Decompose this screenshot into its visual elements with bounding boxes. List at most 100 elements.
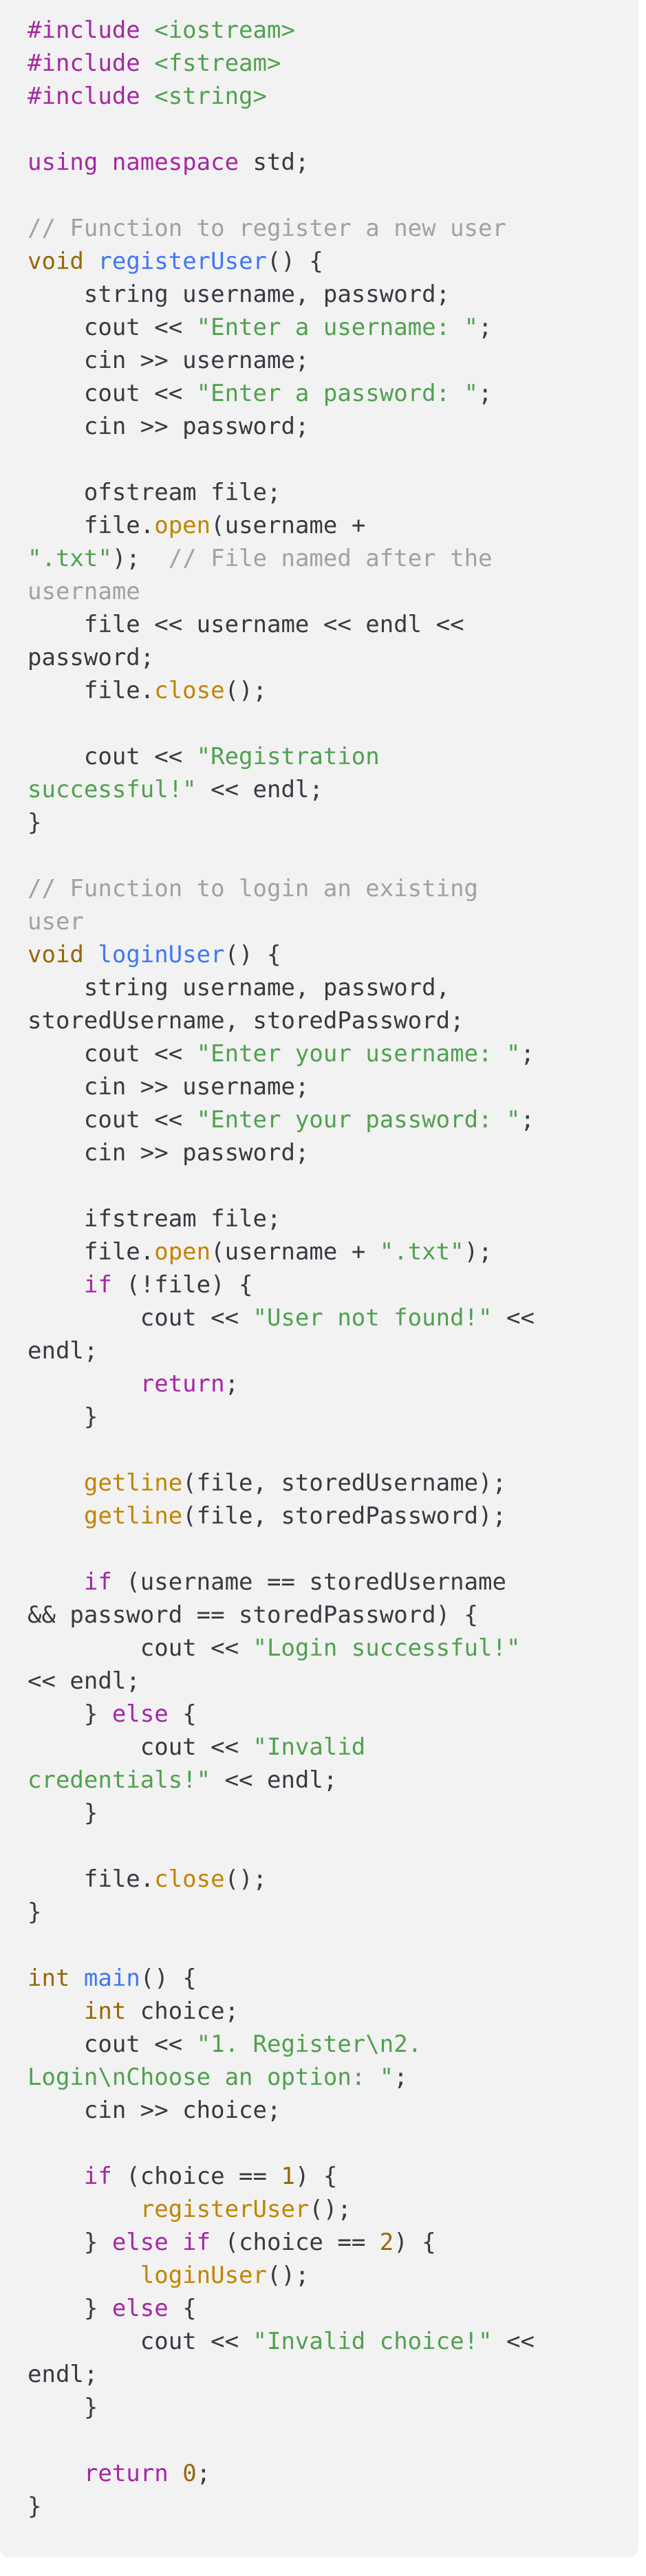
code-token: registerUser <box>28 2196 310 2223</box>
code-token: () { <box>267 248 323 275</box>
code-token: #include <box>28 83 155 110</box>
code-line: cout << "Invalid choice!" << <box>28 2325 638 2358</box>
code-line: int main() { <box>28 1962 638 1995</box>
code-token: ofstream file; <box>28 479 281 506</box>
code-token: int <box>28 1965 70 1992</box>
code-token: ; <box>224 1370 239 1398</box>
code-line: using namespace std; <box>28 146 638 179</box>
code-token: // Function to login an existing <box>28 875 479 902</box>
code-token: void <box>28 941 84 968</box>
code-token: ".txt" <box>28 545 112 572</box>
code-token: ifstream file; <box>28 1205 281 1233</box>
code-token: 0 <box>182 2460 197 2487</box>
code-line: getline(file, storedPassword); <box>28 1500 638 1533</box>
code-token: #include <box>28 17 155 44</box>
code-token: (choice == <box>211 2229 380 2256</box>
code-line: ofstream file; <box>28 476 638 509</box>
code-token: cin >> password; <box>28 1139 310 1167</box>
code-line: } else if (choice == 2) { <box>28 2226 638 2259</box>
code-token: if <box>28 1271 112 1299</box>
code-line: getline(file, storedUsername); <box>28 1466 638 1500</box>
code-token: (choice == <box>111 2163 281 2190</box>
code-line: return 0; <box>28 2457 638 2490</box>
code-token: ) { <box>294 2163 338 2190</box>
code-line: } <box>28 806 638 839</box>
code-token: storedUsername, storedPassword; <box>28 1007 464 1035</box>
code-line: file << username << endl << <box>28 608 638 641</box>
code-token: username <box>28 578 140 605</box>
code-token: string username, password; <box>28 281 451 308</box>
code-line: if (username == storedUsername <box>28 1566 638 1599</box>
code-token: file. <box>28 1238 155 1266</box>
code-token: loginUser <box>98 941 225 968</box>
code-token: <iostream> <box>154 17 295 44</box>
code-line: // Function to register a new user <box>28 212 638 245</box>
code-line: file.open(username + ".txt"); <box>28 1235 638 1268</box>
code-token: ); <box>464 1238 493 1266</box>
code-line: cout << "Enter your password: "; <box>28 1103 638 1136</box>
code-token: ; <box>520 1040 535 1068</box>
code-token: } <box>28 1898 42 1926</box>
code-token: "Registration <box>196 743 380 770</box>
code-token: (username + <box>211 512 366 539</box>
code-line: } <box>28 1797 638 1830</box>
code-token: open <box>154 512 211 539</box>
code-token: file. <box>28 677 155 704</box>
code-token: choice; <box>126 1998 239 2025</box>
code-token: "Enter your username: " <box>196 1040 521 1068</box>
code-token: "1. Register\n2. <box>196 2031 422 2058</box>
code-line: cout << "Invalid <box>28 1731 638 1764</box>
code-token: } <box>28 809 42 836</box>
code-token: } <box>28 1799 98 1827</box>
code-token: file << username << endl << <box>28 611 464 638</box>
code-line: if (choice == 1) { <box>28 2160 638 2193</box>
code-line: successful!" << endl; <box>28 773 638 806</box>
code-line: cout << "Enter a username: "; <box>28 311 638 344</box>
code-lines: #include <iostream> #include <fstream> #in… <box>28 14 638 2523</box>
code-line: #include <string> <box>28 80 638 113</box>
code-token: << <box>492 2328 535 2355</box>
code-token: std; <box>239 149 310 176</box>
code-token: ); <box>111 545 169 572</box>
code-token: cin >> choice; <box>28 2097 281 2124</box>
code-token: "Login successful!" <box>252 1634 521 1662</box>
code-line: ifstream file; <box>28 1202 638 1235</box>
code-block: #include <iostream> #include <fstream> #in… <box>0 0 638 2557</box>
code-token: cin >> username; <box>28 1073 310 1101</box>
code-token: loginUser <box>28 2262 267 2289</box>
code-line: cin >> choice; <box>28 2094 638 2127</box>
code-token: cout << <box>28 380 197 407</box>
code-token: if <box>28 2163 112 2190</box>
code-token: cout << <box>28 1040 197 1068</box>
code-token: } <box>28 1700 112 1728</box>
code-token: cout << <box>28 1634 253 1662</box>
code-token: else <box>111 2295 169 2322</box>
code-token: ; <box>196 2460 211 2487</box>
code-line: file.close(); <box>28 674 638 707</box>
code-token: file. <box>28 512 155 539</box>
code-token: } <box>28 2229 112 2256</box>
code-token: } <box>28 2295 112 2322</box>
code-token: ; <box>478 314 493 341</box>
code-token: cout << <box>28 2328 253 2355</box>
code-token: password; <box>28 644 155 671</box>
code-token: if <box>28 1568 112 1596</box>
code-token: close <box>154 677 225 704</box>
code-token: << endl; <box>196 776 323 803</box>
code-token: Login\nChoose an option: " <box>28 2064 394 2091</box>
code-line: string username, password; <box>28 278 638 311</box>
code-token: 2 <box>379 2229 394 2256</box>
code-token: credentials!" <box>28 1766 211 1794</box>
code-token: { <box>168 1700 197 1728</box>
code-token: cout << <box>28 1733 253 1761</box>
